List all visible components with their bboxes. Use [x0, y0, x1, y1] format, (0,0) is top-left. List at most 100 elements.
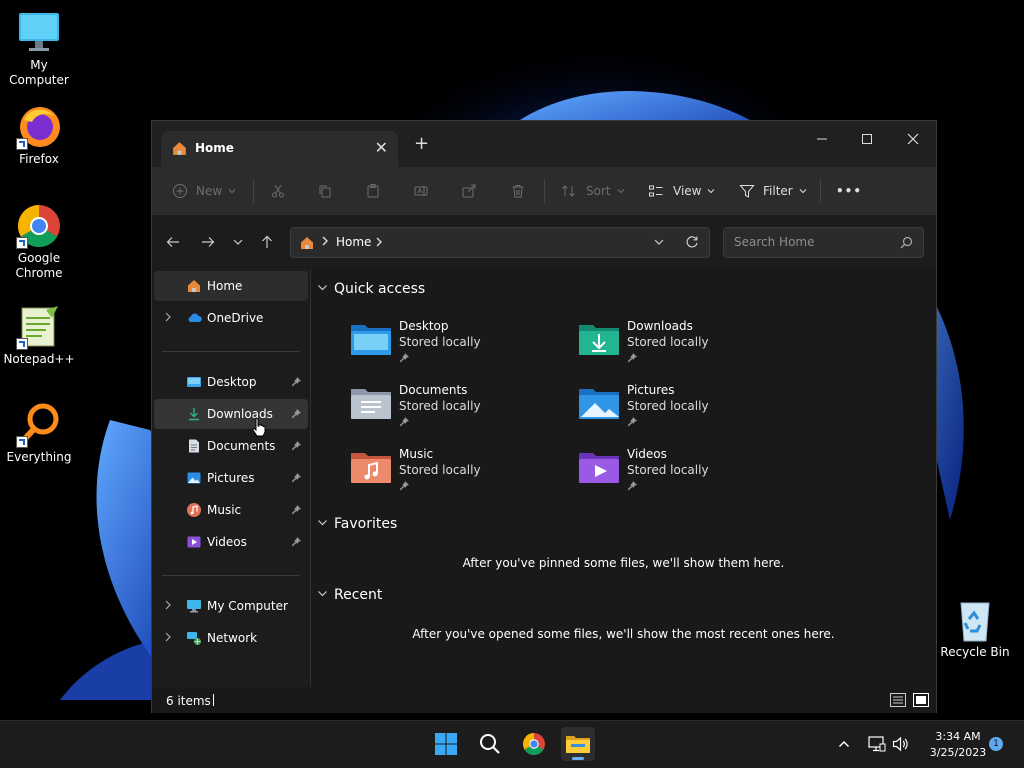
minimize-button[interactable]: [800, 125, 844, 153]
nav-item-my-computer[interactable]: My Computer: [154, 591, 308, 621]
cloud-icon: [186, 310, 202, 326]
nav-item-videos[interactable]: Videos: [154, 527, 308, 557]
music-note-icon: [186, 502, 202, 518]
chevron-right-icon[interactable]: [164, 311, 172, 326]
toolbar-separator: [253, 179, 254, 203]
breadcrumb-chevron-icon[interactable]: [375, 236, 383, 251]
nav-item-onedrive[interactable]: OneDrive: [154, 303, 308, 333]
sort-button[interactable]: Sort: [561, 180, 626, 202]
nav-item-music[interactable]: Music: [154, 495, 308, 525]
tab-close-button[interactable]: ✕: [375, 139, 388, 157]
pin-icon[interactable]: [291, 440, 302, 454]
maximize-button[interactable]: [845, 125, 889, 153]
pin-icon[interactable]: [291, 376, 302, 390]
pin-icon: [627, 352, 638, 366]
quick-access-documents[interactable]: Documents Stored locally: [349, 383, 559, 435]
desktop-icon-recycle-bin[interactable]: Recycle Bin: [937, 597, 1013, 660]
address-dropdown-button[interactable]: [653, 236, 665, 251]
speaker-icon: [892, 736, 908, 752]
pin-icon[interactable]: [291, 472, 302, 486]
computer-icon: [186, 598, 202, 614]
close-window-button[interactable]: [891, 125, 935, 153]
taskbar-search-button[interactable]: [473, 727, 507, 761]
copy-icon: [319, 185, 331, 198]
cut-button[interactable]: [270, 180, 286, 202]
section-favorites[interactable]: Favorites: [317, 516, 397, 532]
view-button[interactable]: View: [648, 180, 716, 202]
quick-access-music[interactable]: Music Stored locally: [349, 447, 559, 499]
nav-item-pictures[interactable]: Pictures: [154, 463, 308, 493]
start-button[interactable]: [429, 727, 463, 761]
status-divider: [213, 694, 214, 706]
toolbar-separator: [820, 179, 821, 203]
shortcut-arrow-icon: [16, 237, 28, 249]
tiles-view-icon: [913, 693, 929, 707]
details-view-button[interactable]: [890, 693, 906, 710]
pin-icon[interactable]: [291, 504, 302, 518]
nav-item-documents[interactable]: Documents: [154, 431, 308, 461]
clock-date: 3/25/2023: [929, 746, 987, 759]
quick-access-downloads[interactable]: Downloads Stored locally: [577, 319, 787, 371]
volume-button[interactable]: [892, 736, 910, 755]
search-icon[interactable]: [900, 236, 913, 252]
new-tab-button[interactable]: +: [414, 135, 429, 153]
breadcrumb-home[interactable]: Home: [336, 235, 371, 249]
filter-button[interactable]: Filter: [739, 180, 808, 202]
chevron-right-icon[interactable]: [164, 599, 172, 614]
nav-item-network[interactable]: Network: [154, 623, 308, 653]
maximize-icon: [862, 134, 872, 144]
taskbar: 3:34 AM 3/25/2023 1: [0, 720, 1024, 768]
clock-button[interactable]: 3:34 AM 3/25/2023: [918, 729, 998, 761]
pin-icon[interactable]: [291, 408, 302, 422]
copy-button[interactable]: [317, 180, 333, 202]
nav-item-home[interactable]: Home: [154, 271, 308, 301]
command-bar: New Sort View Filter •••: [152, 167, 936, 216]
minimize-icon: [817, 138, 827, 140]
nav-item-downloads[interactable]: Downloads: [154, 399, 308, 429]
search-box[interactable]: [723, 227, 924, 258]
share-button[interactable]: [461, 180, 477, 202]
up-button[interactable]: [257, 232, 277, 252]
desktop-icon-everything[interactable]: Everything: [1, 402, 77, 465]
forward-button[interactable]: [198, 232, 218, 252]
quick-access-desktop[interactable]: Desktop Stored locally: [349, 319, 559, 371]
chrome-icon: [523, 733, 545, 755]
delete-button[interactable]: [510, 180, 526, 202]
trash-icon: [512, 185, 524, 198]
desktop-icon-notepad-plus-plus[interactable]: Notepad++: [1, 304, 77, 367]
back-button[interactable]: [163, 232, 183, 252]
chevron-up-icon: [839, 741, 849, 747]
tab-home[interactable]: Home ✕: [161, 131, 398, 167]
section-recent[interactable]: Recent: [317, 587, 382, 603]
desktop-icon-my-computer[interactable]: My Computer: [1, 10, 77, 88]
refresh-button[interactable]: [685, 235, 699, 252]
more-options-button[interactable]: •••: [836, 180, 862, 202]
nav-item-desktop[interactable]: Desktop: [154, 367, 308, 397]
picture-icon: [186, 470, 202, 486]
navigation-pane: Home OneDrive Desktop Downloads Document…: [152, 269, 311, 687]
chevron-down-icon: [708, 189, 715, 194]
quick-access-pictures[interactable]: Pictures Stored locally: [577, 383, 787, 435]
show-hidden-icons-button[interactable]: [838, 738, 850, 752]
clipboard-icon: [367, 184, 379, 198]
search-input[interactable]: [732, 234, 896, 250]
chevron-down-icon: [654, 239, 664, 245]
address-bar[interactable]: Home: [290, 227, 710, 258]
paste-button[interactable]: [365, 180, 381, 202]
taskbar-file-explorer-button[interactable]: [561, 727, 595, 761]
title-bar[interactable]: Home ✕ +: [152, 121, 936, 167]
desktop-icon-chrome[interactable]: Google Chrome: [1, 203, 77, 281]
pin-icon[interactable]: [291, 536, 302, 550]
notification-badge[interactable]: 1: [989, 737, 1003, 751]
taskbar-chrome-button[interactable]: [517, 727, 551, 761]
desktop-icon-firefox[interactable]: Firefox: [1, 104, 77, 167]
section-quick-access[interactable]: Quick access: [317, 281, 425, 297]
quick-access-videos[interactable]: Videos Stored locally: [577, 447, 787, 499]
network-status-button[interactable]: [868, 736, 886, 755]
recent-locations-button[interactable]: [228, 232, 248, 252]
new-button[interactable]: New: [172, 180, 237, 202]
pin-icon: [627, 480, 638, 494]
tiles-view-button[interactable]: [913, 693, 929, 710]
chevron-right-icon[interactable]: [164, 631, 172, 646]
rename-button[interactable]: [413, 180, 429, 202]
